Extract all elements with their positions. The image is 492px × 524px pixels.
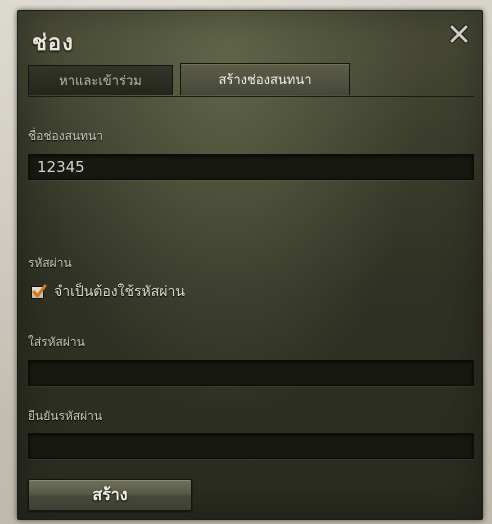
channel-name-label: ชื่อช่องสนทนา bbox=[28, 129, 103, 143]
require-password-toggle[interactable]: จำเป็นต้องใช้รหัสผ่าน bbox=[31, 281, 185, 303]
enter-password-label: ใส่รหัสผ่าน bbox=[28, 335, 85, 349]
tab-create-channel-label: สร้างช่องสนทนา bbox=[218, 73, 312, 88]
channel-dialog: ช่อง หาและเข้าร่วม สร้างช่องสนทนา ชื่อช่… bbox=[17, 10, 483, 520]
tab-find-and-join[interactable]: หาและเข้าร่วม bbox=[28, 65, 173, 95]
require-password-label: จำเป็นต้องใช้รหัสผ่าน bbox=[54, 284, 185, 300]
dialog-title: ช่อง bbox=[32, 31, 74, 56]
close-icon bbox=[449, 24, 469, 44]
require-password-checkbox[interactable] bbox=[31, 284, 47, 299]
tab-find-and-join-label: หาและเข้าร่วม bbox=[59, 74, 142, 89]
confirm-password-label: ยืนยันรหัสผ่าน bbox=[28, 409, 103, 423]
tab-divider bbox=[28, 96, 474, 97]
close-button[interactable] bbox=[448, 23, 470, 45]
channel-name-input[interactable] bbox=[28, 154, 474, 180]
create-button[interactable]: สร้าง bbox=[28, 479, 192, 511]
checkmark-icon bbox=[32, 284, 47, 297]
enter-password-input[interactable] bbox=[28, 360, 474, 386]
tab-create-channel[interactable]: สร้างช่องสนทนา bbox=[180, 63, 350, 95]
tab-bar: หาและเข้าร่วม สร้างช่องสนทนา bbox=[28, 63, 350, 97]
confirm-password-input[interactable] bbox=[28, 433, 474, 459]
create-button-label: สร้าง bbox=[92, 484, 128, 504]
password-section-label: รหัสผ่าน bbox=[28, 256, 72, 270]
